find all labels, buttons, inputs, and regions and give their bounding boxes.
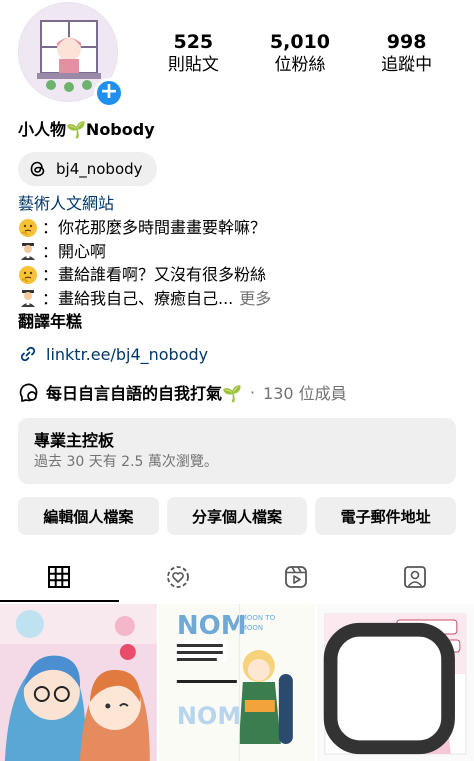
svg-text:NOM: NOM — [177, 611, 247, 641]
tab-reels[interactable] — [237, 552, 356, 602]
tab-tagged[interactable] — [356, 552, 474, 602]
dashboard-title: 專業主控板 — [34, 431, 115, 450]
following-count[interactable]: 998 追蹤中 — [357, 30, 457, 76]
bio-line: ：畫給我自己、療癒自己... 更多 — [18, 287, 458, 311]
svg-text:MOON: MOON — [241, 624, 263, 632]
thinking-face-icon — [19, 265, 37, 284]
post-thumbnail[interactable] — [317, 604, 474, 761]
post-image-couple — [0, 604, 157, 761]
bio-footer[interactable]: 翻譯年糕 — [18, 310, 458, 334]
share-profile-button[interactable]: 分享個人檔案 — [166, 497, 308, 535]
broadcast-channel[interactable]: 每日自言自語的自我打氣🌱 · 130 位成員 — [18, 380, 347, 404]
thinking-face-icon — [19, 218, 37, 237]
dashboard-subtitle: 過去 30 天有 2.5 萬次瀏覽。 — [34, 454, 218, 470]
threads-badge[interactable]: bj4_nobody — [18, 152, 157, 186]
broadcast-channel-icon — [19, 383, 38, 402]
profile-category: 藝術人文網站 — [18, 194, 115, 213]
bio-line: ：畫給誰看啊？又沒有很多粉絲 — [18, 263, 458, 287]
post-thumbnail[interactable]: NOM MOON TO MOON NOM — [158, 604, 316, 761]
edit-profile-button[interactable]: 編輯個人檔案 — [18, 497, 159, 535]
post-image-nom-poster: NOM MOON TO MOON NOM — [158, 604, 316, 761]
threads-handle: bj4_nobody — [56, 160, 143, 178]
student-person-icon — [21, 243, 35, 261]
email-button[interactable]: 電子郵件地址 — [315, 497, 457, 535]
pinned-icon — [324, 622, 456, 755]
svg-text:NOM: NOM — [177, 702, 241, 730]
link-icon — [20, 346, 36, 362]
posts-count-value: 525 — [173, 31, 214, 53]
reels-icon — [285, 566, 308, 588]
bio-line-text: ：畫給誰看啊？又沒有很多粉絲 — [42, 265, 267, 284]
bio-more-link[interactable]: 更多 — [239, 287, 271, 311]
student-person-icon — [21, 290, 35, 308]
profile-tabs — [0, 552, 474, 602]
posts-count-label: 則貼文 — [167, 55, 219, 75]
channel-title: 每日自言自語的自我打氣🌱 — [46, 384, 242, 403]
followers-count[interactable]: 5,010 位粉絲 — [250, 30, 350, 76]
profile-link-text: linktr.ee/bj4_nobody — [46, 344, 209, 364]
profile-link[interactable]: linktr.ee/bj4_nobody — [18, 344, 208, 364]
tab-posts[interactable] — [0, 552, 119, 602]
bio-line-text: ：畫給我自己、療癒自己... — [42, 288, 234, 308]
profile-stats: 525 則貼文 5,010 位粉絲 998 追蹤中 — [140, 30, 460, 76]
profile-actions: 編輯個人檔案 分享個人檔案 電子郵件地址 — [18, 497, 457, 535]
tagged-icon — [403, 566, 426, 588]
channel-separator: · — [249, 382, 256, 402]
followers-count-value: 5,010 — [269, 31, 331, 53]
tab-reposts[interactable] — [119, 552, 238, 602]
posts-count[interactable]: 525 則貼文 — [143, 30, 243, 76]
bio-line-text: ：你花那麼多時間畫畫要幹嘛？ — [42, 218, 267, 237]
grid-icon — [48, 566, 71, 588]
professional-dashboard[interactable]: 專業主控板 過去 30 天有 2.5 萬次瀏覽。 — [18, 418, 456, 484]
profile-avatar[interactable]: + — [18, 2, 124, 108]
profile-bio: ：你花那麼多時間畫畫要幹嘛？ ：開心啊 ：畫給誰看啊？又沒有很多粉絲 ：畫給我自… — [18, 216, 458, 334]
profile-name: 小人物🌱Nobody — [18, 120, 155, 139]
following-count-label: 追蹤中 — [381, 55, 433, 75]
post-thumbnail[interactable] — [0, 604, 157, 761]
followers-count-label: 位粉絲 — [274, 55, 326, 75]
channel-members: 130 位成員 — [263, 384, 347, 403]
add-story-button[interactable]: + — [94, 78, 124, 108]
bio-line-text: ：開心啊 — [42, 241, 107, 261]
threads-icon — [30, 161, 45, 177]
posts-grid: NOM MOON TO MOON NOM — [0, 604, 474, 761]
bio-line: ：你花那麼多時間畫畫要幹嘛？ — [18, 216, 458, 240]
following-count-value: 998 — [386, 31, 427, 53]
bio-line: ：開心啊 — [18, 240, 458, 264]
svg-text:MOON TO: MOON TO — [241, 614, 276, 622]
reels-circle-icon — [166, 566, 189, 588]
